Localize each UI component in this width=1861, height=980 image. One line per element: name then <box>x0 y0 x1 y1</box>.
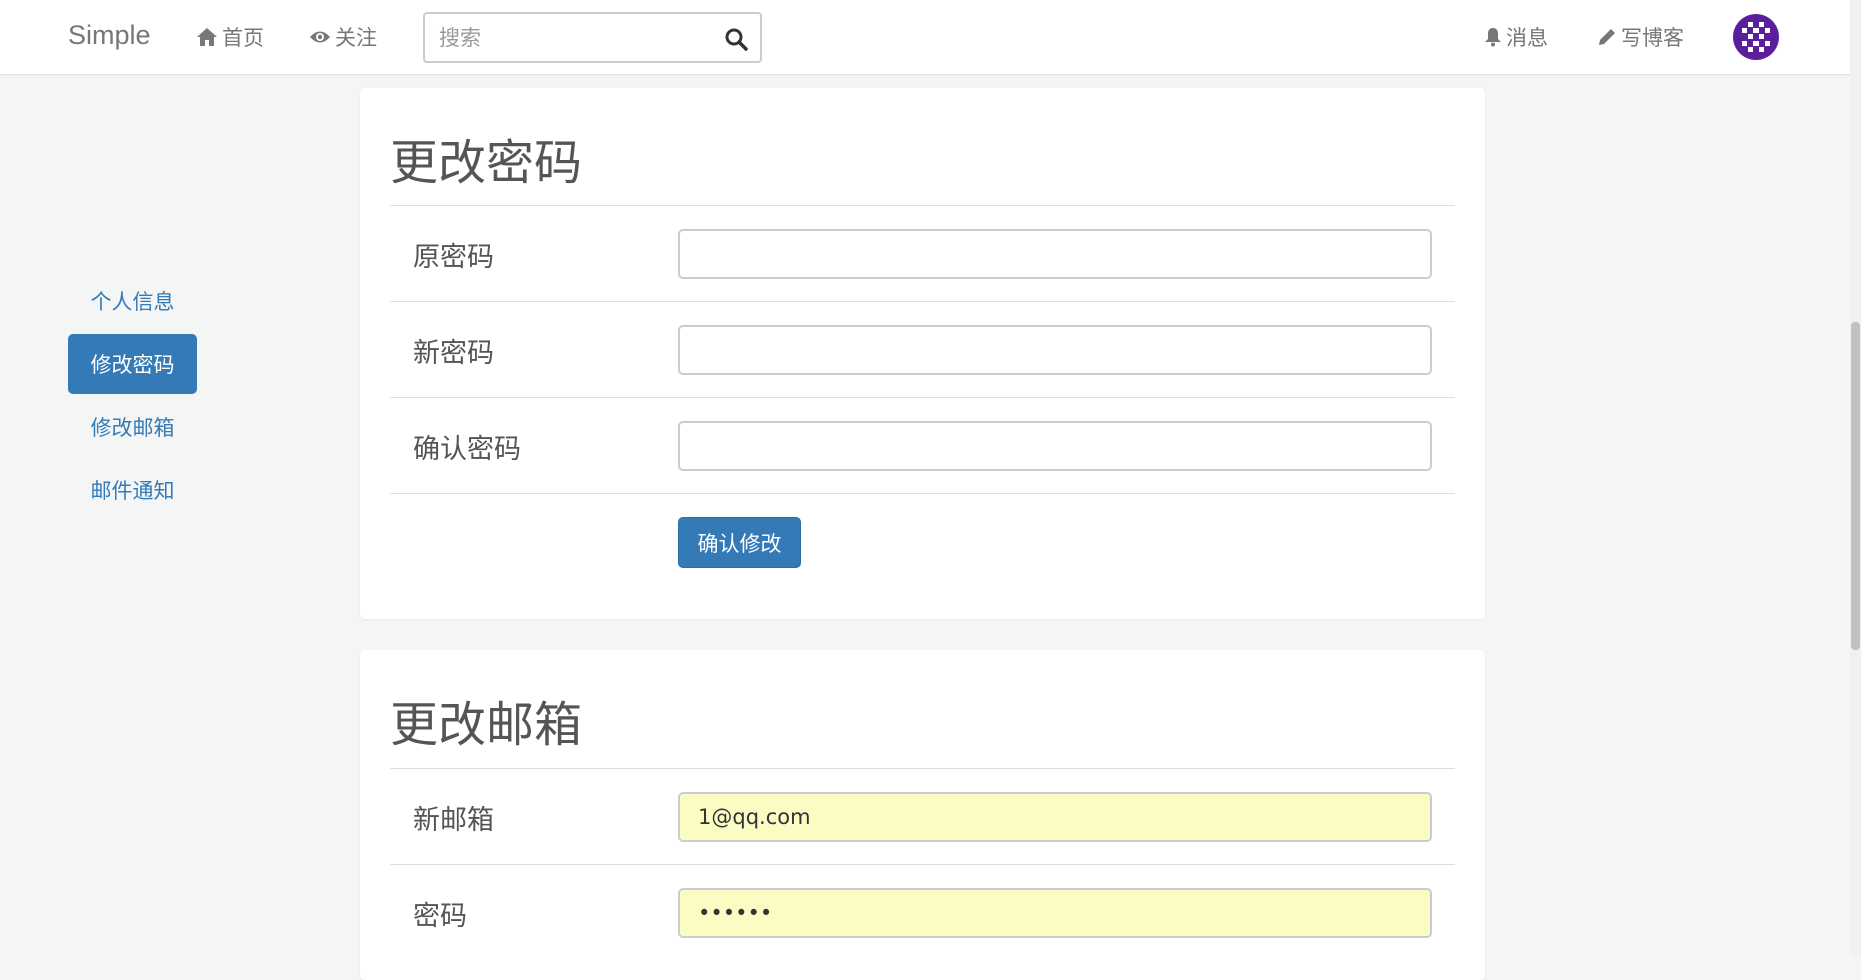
avatar-icon <box>1733 14 1779 60</box>
confirm-password-label: 确认密码 <box>413 434 521 465</box>
divider <box>390 397 1455 398</box>
search-input[interactable] <box>439 22 699 54</box>
confirm-change-button[interactable]: 确认修改 <box>678 517 801 568</box>
change-email-panel: 更改邮箱 新邮箱 密码 <box>360 650 1485 980</box>
divider <box>390 301 1455 302</box>
search-icon[interactable] <box>724 27 748 51</box>
confirm-password-field[interactable] <box>678 421 1432 471</box>
scrollbar-thumb[interactable] <box>1851 322 1860 650</box>
divider <box>390 768 1455 769</box>
nav-messages-label: 消息 <box>1506 26 1548 50</box>
sidebar-item-profile[interactable]: 个人信息 <box>68 271 197 331</box>
old-password-label: 原密码 <box>413 242 494 273</box>
pencil-icon <box>1599 29 1615 45</box>
email-password-field[interactable] <box>678 888 1432 938</box>
page-title: 更改密码 <box>390 135 583 191</box>
sidebar-item-email-notify[interactable]: 邮件通知 <box>68 460 197 520</box>
nav-home-label: 首页 <box>222 26 264 50</box>
new-email-label: 新邮箱 <box>413 805 494 836</box>
nav-write-blog[interactable]: 写博客 <box>1597 22 1684 52</box>
new-password-label: 新密码 <box>413 338 494 369</box>
user-avatar[interactable] <box>1733 14 1779 60</box>
change-password-panel: 更改密码 原密码 新密码 确认密码 确认修改 <box>360 88 1485 619</box>
new-email-field[interactable] <box>678 792 1432 842</box>
home-icon <box>197 28 217 46</box>
eye-icon <box>310 31 330 43</box>
divider <box>390 493 1455 494</box>
section-title: 更改邮箱 <box>390 697 583 753</box>
brand-logo[interactable]: Simple <box>68 20 151 51</box>
nav-write-label: 写博客 <box>1621 26 1684 50</box>
nav-follow-label: 关注 <box>335 26 377 50</box>
email-password-label: 密码 <box>413 901 467 932</box>
nav-messages[interactable]: 消息 <box>1484 22 1548 52</box>
divider <box>390 864 1455 865</box>
sidebar-item-change-password[interactable]: 修改密码 <box>68 334 197 394</box>
bell-icon <box>1485 28 1501 47</box>
old-password-field[interactable] <box>678 229 1432 279</box>
nav-home[interactable]: 首页 <box>196 22 264 52</box>
top-navbar: Simple 首页 关注 消息 写博客 <box>0 0 1850 75</box>
search-box <box>423 12 762 63</box>
new-password-field[interactable] <box>678 325 1432 375</box>
divider <box>390 205 1455 206</box>
nav-follow[interactable]: 关注 <box>309 22 377 52</box>
sidebar-item-change-email[interactable]: 修改邮箱 <box>68 397 197 457</box>
